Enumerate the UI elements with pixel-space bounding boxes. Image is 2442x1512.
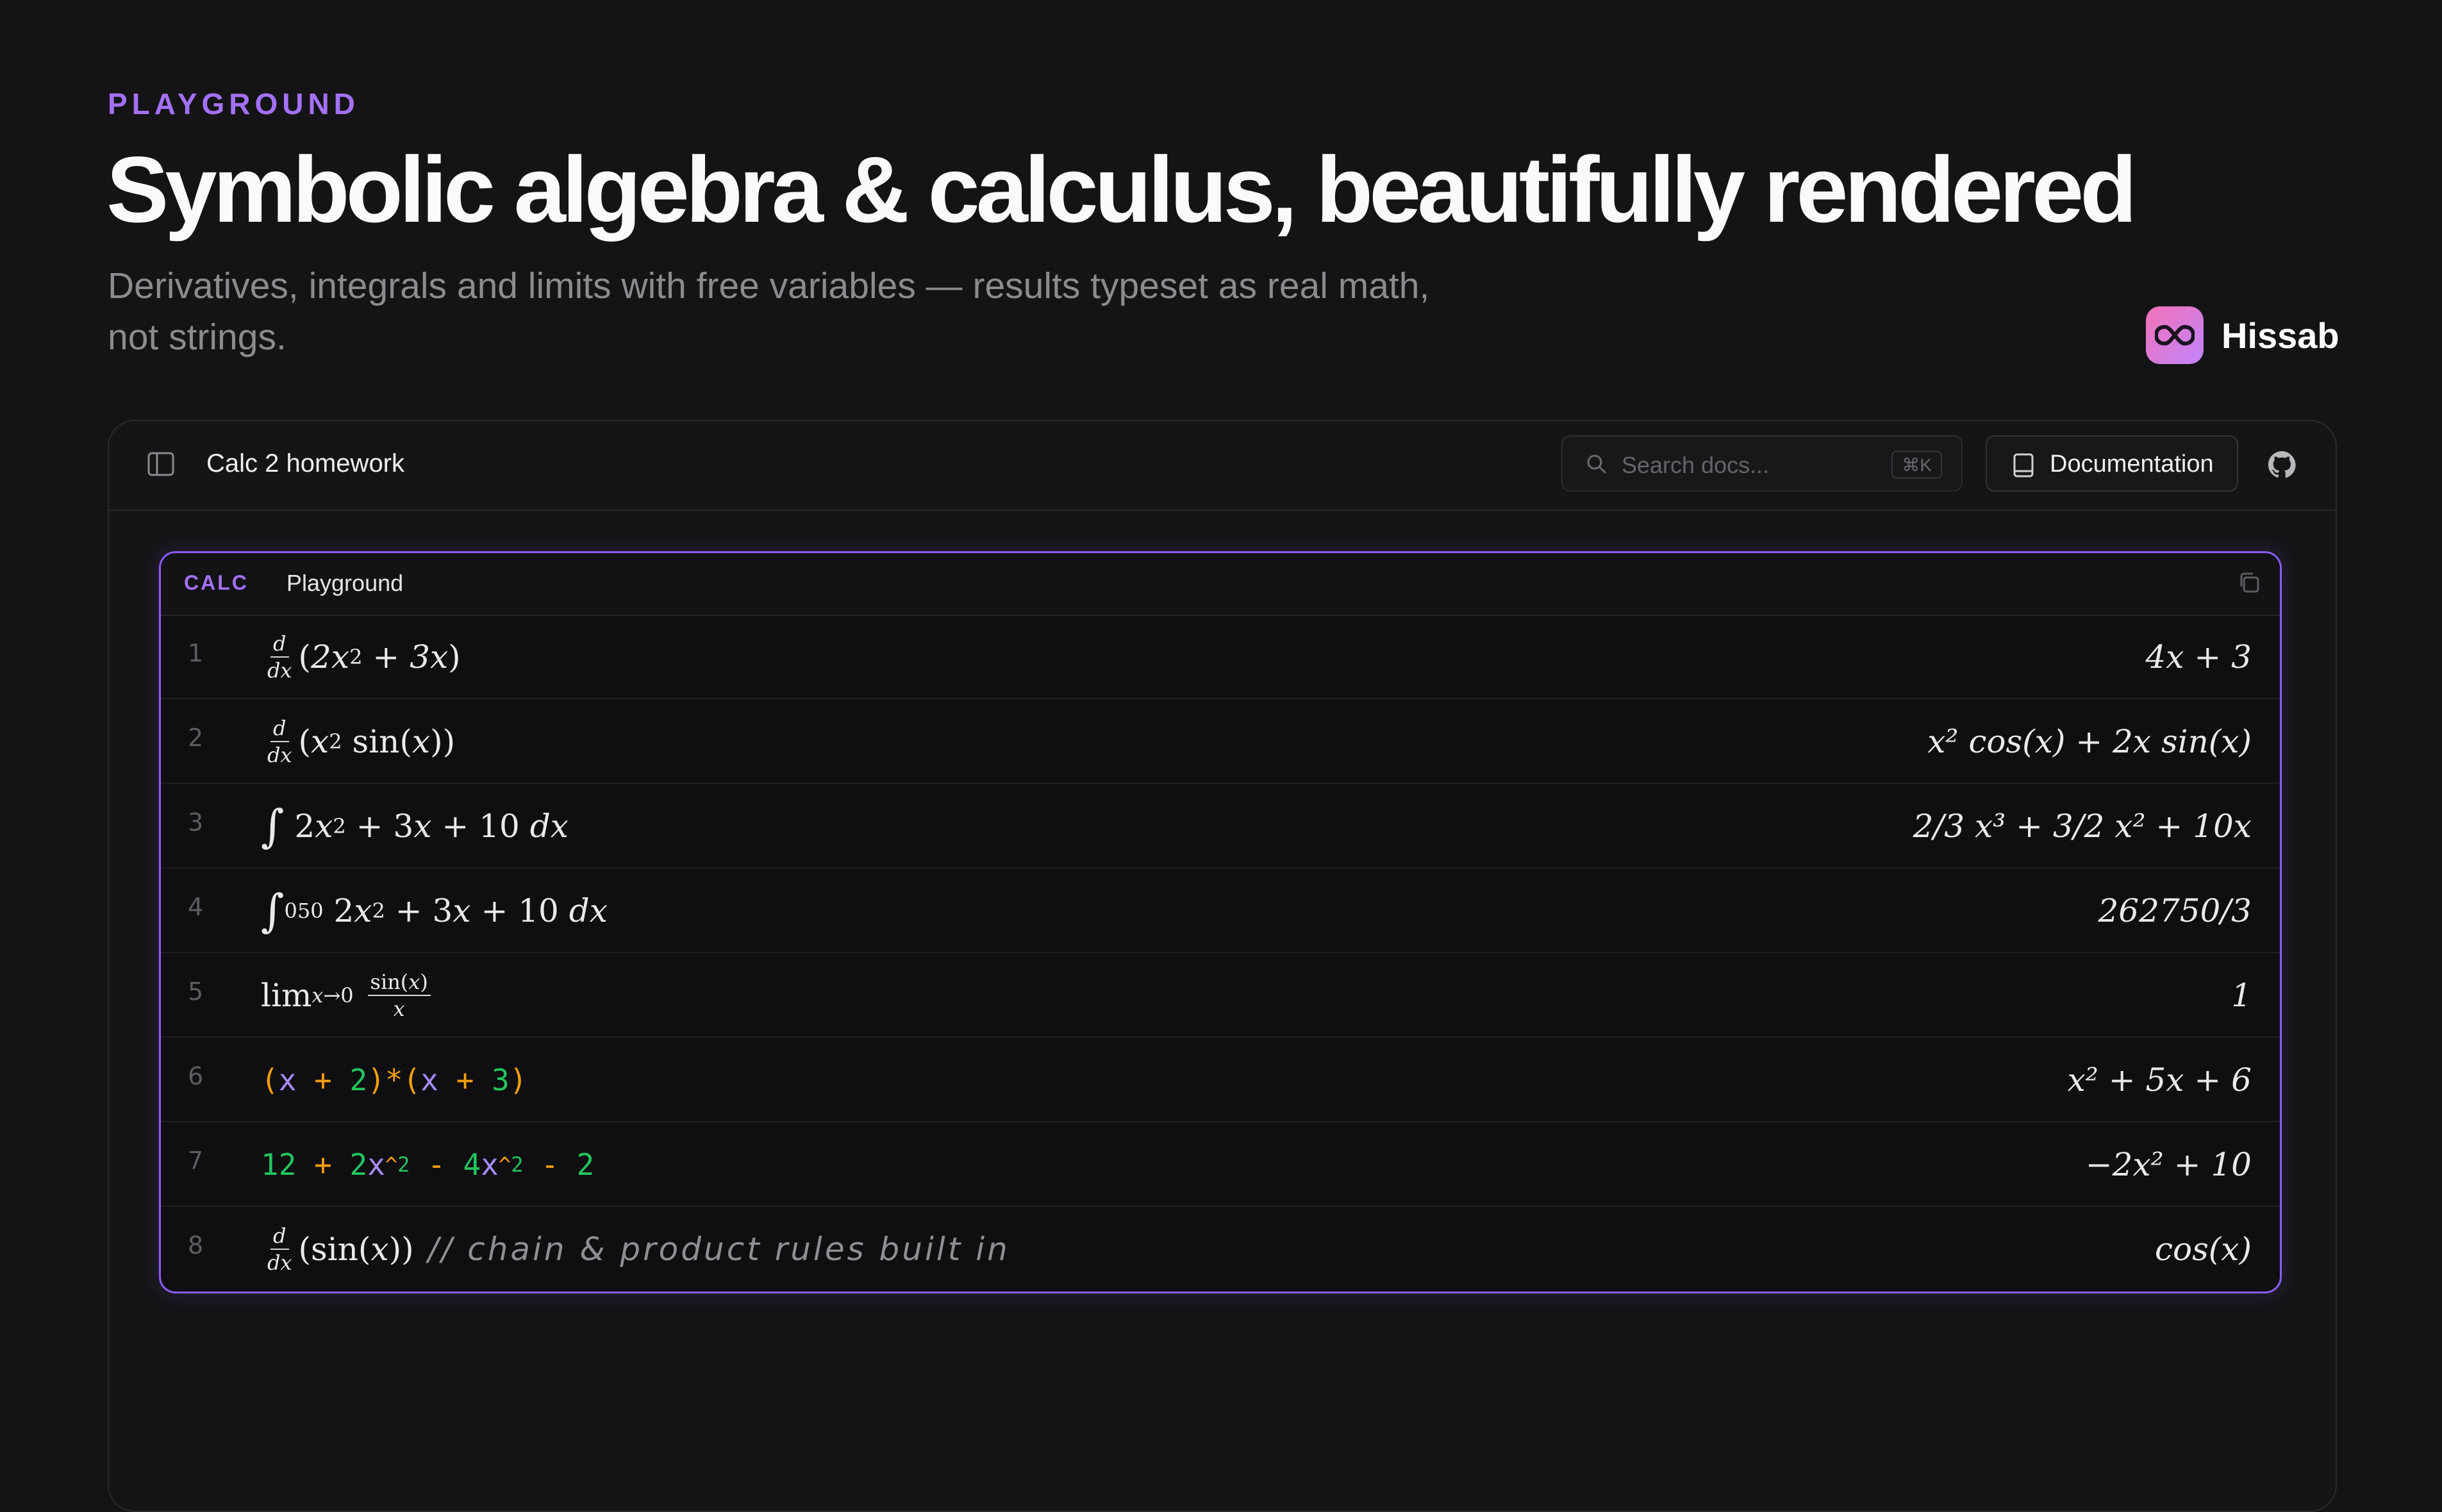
copy-icon[interactable] [2238, 571, 2261, 597]
result: cos(x) [2155, 1231, 2252, 1268]
calc-panel: CALC Playground 1 d dx (2x 2 + 3x) 4x + 3 … [159, 551, 2282, 1293]
eyebrow-label: PLAYGROUND [108, 87, 360, 120]
search-shortcut-badge: ⌘K [1891, 451, 1942, 479]
result: 262750/3 [2098, 892, 2252, 929]
expression[interactable]: ∫ 0 50 2x2 + 3x + 10 dx [261, 868, 608, 953]
page-subtitle: Derivatives, integrals and limits with f… [108, 265, 1430, 358]
search-icon [1586, 453, 1607, 478]
result: 2/3 x³ + 3/2 x² + 10x [1913, 808, 2252, 845]
line-number: 3 [188, 808, 204, 836]
expression[interactable]: d dx (sin(x)) // chain & product rules bu… [261, 1207, 1010, 1292]
expression[interactable]: d dx (x 2 sin(x)) [261, 699, 455, 784]
documentation-button[interactable]: Documentation [1986, 435, 2238, 492]
calc-row[interactable]: 6 (x + 2)*(x + 3) x² + 5x + 6 [161, 1038, 2280, 1122]
panel-name: Playground [287, 570, 404, 596]
expression[interactable]: 12 + 2 x ^ 2 - 4 x ^ 2 - 2 [261, 1122, 594, 1207]
calc-row[interactable]: 7 12 + 2 x ^ 2 - 4 x ^ 2 - 2 −2x² + 10 [161, 1122, 2280, 1207]
calc-row[interactable]: 1 d dx (2x 2 + 3x) 4x + 3 [161, 615, 2280, 699]
calc-row[interactable]: 3 ∫ 2x2 + 3x + 10 dx 2/3 x³ + 3/2 x² + 1… [161, 784, 2280, 868]
expression[interactable]: d dx (2x 2 + 3x) [261, 615, 461, 699]
topbar: Calc 2 homework Search docs... ⌘K Docume… [109, 421, 2336, 511]
line-number: 4 [188, 893, 204, 921]
code-comment: // chain & product rules built in [428, 1231, 1010, 1268]
result: x² + 5x + 6 [2067, 1061, 2252, 1099]
page-title: Symbolic algebra & calculus, beautifully… [106, 137, 2137, 242]
sidebar-toggle-icon[interactable] [147, 452, 174, 476]
calc-row[interactable]: 4 ∫ 0 50 2x2 + 3x + 10 dx 262750/3 [161, 868, 2280, 953]
calc-rows: 1 d dx (2x 2 + 3x) 4x + 3 2 d dx (x 2 sin(x)… [161, 615, 2280, 1292]
book-icon [2013, 453, 2034, 481]
line-number: 6 [188, 1062, 204, 1090]
panel-header: CALC Playground [161, 553, 2280, 616]
line-number: 5 [188, 977, 204, 1006]
calc-row[interactable]: 2 d dx (x 2 sin(x)) x² cos(x) + 2x sin(x) [161, 699, 2280, 784]
result: 4x + 3 [2145, 638, 2252, 676]
panel-tag: CALC [184, 571, 249, 594]
result: −2x² + 10 [2085, 1146, 2252, 1183]
expression[interactable]: ∫ 2x2 + 3x + 10 dx [261, 784, 569, 868]
line-number: 1 [188, 639, 204, 667]
search-input[interactable]: Search docs... ⌘K [1561, 435, 1963, 492]
line-number: 7 [188, 1147, 204, 1175]
search-placeholder: Search docs... [1622, 452, 1770, 478]
brand[interactable]: Hissab [2146, 306, 2339, 364]
line-number: 2 [188, 724, 204, 752]
github-icon[interactable] [2268, 451, 2296, 482]
expression[interactable]: (x + 2)*(x + 3) [261, 1038, 527, 1122]
line-number: 8 [188, 1231, 204, 1259]
documentation-label: Documentation [2050, 451, 2214, 478]
result: x² cos(x) + 2x sin(x) [1927, 723, 2252, 760]
brand-name: Hissab [2222, 315, 2339, 356]
result: 1 [2231, 977, 2252, 1014]
document-title[interactable]: Calc 2 homework [206, 449, 404, 478]
calc-row[interactable]: 5 lim x→0 sin(x) x 1 [161, 953, 2280, 1038]
infinity-icon [2146, 306, 2204, 364]
expression[interactable]: lim x→0 sin(x) x [261, 953, 435, 1038]
calc-row[interactable]: 8 d dx (sin(x)) // chain & product rules … [161, 1207, 2280, 1292]
